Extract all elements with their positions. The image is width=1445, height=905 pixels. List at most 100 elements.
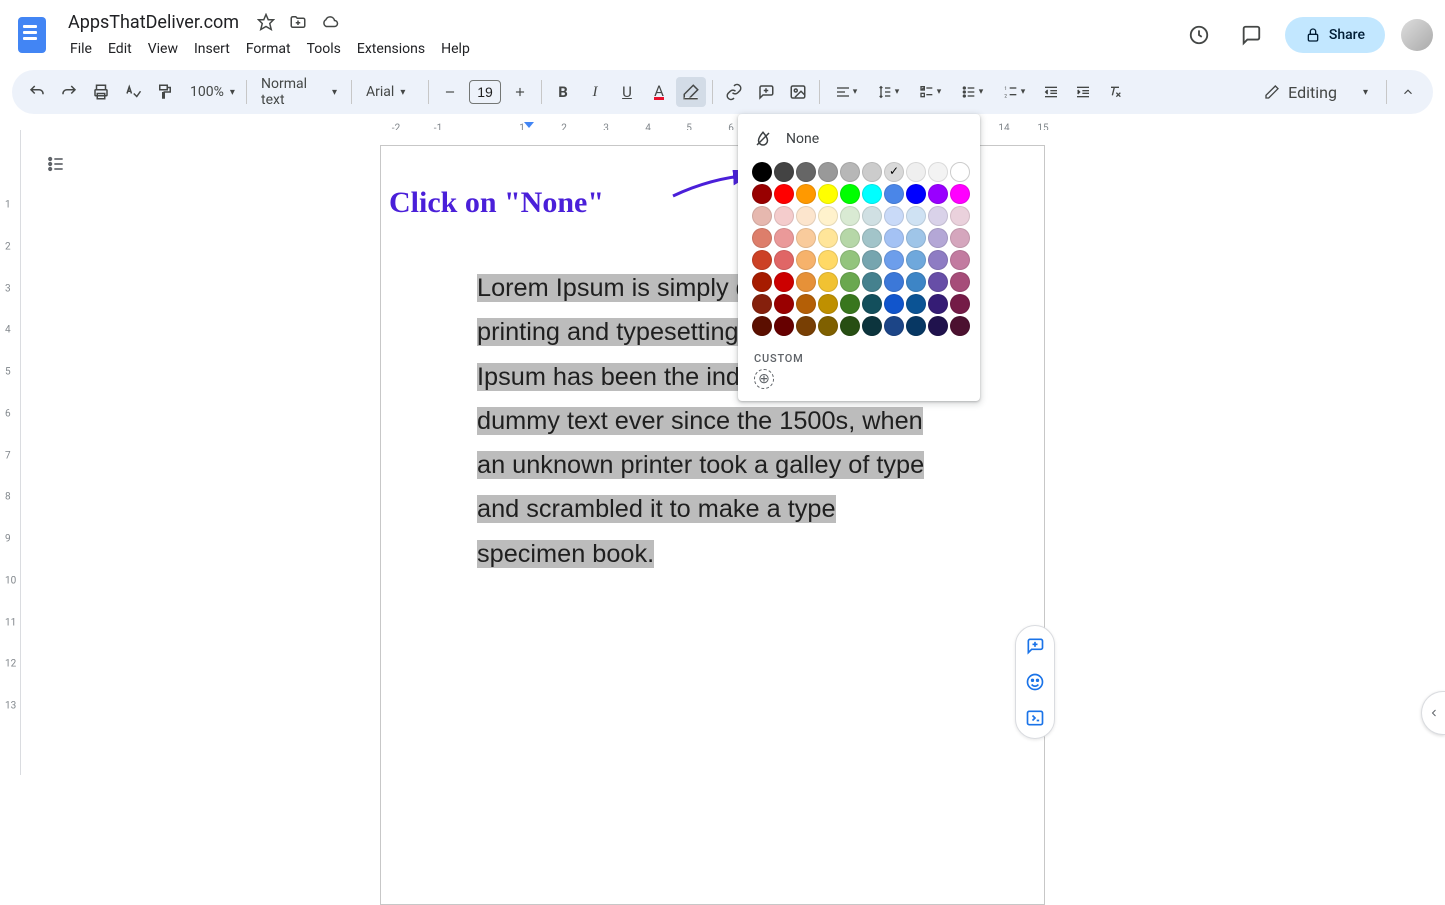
fontsize-input[interactable] <box>469 80 501 104</box>
color-swatch[interactable] <box>884 272 904 292</box>
color-swatch[interactable] <box>840 228 860 248</box>
color-swatch[interactable] <box>796 162 816 182</box>
decrease-fontsize-button[interactable] <box>435 77 465 107</box>
color-swatch[interactable] <box>906 228 926 248</box>
comments-icon[interactable] <box>1233 17 1269 53</box>
color-swatch[interactable] <box>906 206 926 226</box>
color-swatch[interactable] <box>752 250 772 270</box>
color-swatch[interactable] <box>818 228 838 248</box>
menu-file[interactable]: File <box>62 37 100 61</box>
color-swatch[interactable] <box>840 250 860 270</box>
decrease-indent-button[interactable] <box>1036 77 1066 107</box>
color-swatch[interactable] <box>862 250 882 270</box>
color-swatch[interactable] <box>774 272 794 292</box>
color-swatch[interactable] <box>774 294 794 314</box>
color-swatch[interactable] <box>928 294 948 314</box>
color-swatch[interactable] <box>884 228 904 248</box>
color-swatch[interactable] <box>818 250 838 270</box>
color-swatch[interactable] <box>950 228 970 248</box>
numbered-list-button[interactable]: 12▾ <box>994 77 1034 107</box>
color-swatch[interactable] <box>840 316 860 336</box>
bold-button[interactable]: B <box>548 77 578 107</box>
color-swatch[interactable] <box>950 316 970 336</box>
vertical-ruler[interactable]: 12345678910111213 <box>3 130 21 775</box>
color-swatch[interactable] <box>818 184 838 204</box>
color-swatch[interactable] <box>906 250 926 270</box>
color-swatch[interactable] <box>818 316 838 336</box>
color-swatch[interactable] <box>928 250 948 270</box>
color-swatch[interactable] <box>906 162 926 182</box>
sidepanel-toggle-button[interactable] <box>1421 691 1445 735</box>
color-swatch[interactable] <box>774 316 794 336</box>
spellcheck-button[interactable] <box>118 77 148 107</box>
color-swatch[interactable] <box>752 316 772 336</box>
zoom-select[interactable]: 100%▾ <box>182 80 240 104</box>
color-swatch[interactable] <box>862 228 882 248</box>
color-swatch[interactable] <box>884 206 904 226</box>
history-icon[interactable] <box>1181 17 1217 53</box>
menu-edit[interactable]: Edit <box>100 37 140 61</box>
redo-button[interactable] <box>54 77 84 107</box>
color-swatch[interactable] <box>752 206 772 226</box>
increase-fontsize-button[interactable] <box>505 77 535 107</box>
menu-tools[interactable]: Tools <box>299 37 349 61</box>
text-line[interactable]: Lorem Ipsum is simply d <box>477 274 750 302</box>
color-swatch[interactable] <box>840 184 860 204</box>
color-swatch[interactable] <box>884 162 904 182</box>
insert-image-button[interactable] <box>783 77 813 107</box>
text-line[interactable]: Ipsum has been the ind <box>477 363 740 391</box>
text-line[interactable]: printing and typesetting <box>477 318 739 346</box>
color-swatch[interactable] <box>950 250 970 270</box>
color-swatch[interactable] <box>752 162 772 182</box>
text-color-button[interactable]: A <box>644 77 674 107</box>
move-icon[interactable] <box>287 11 309 33</box>
add-custom-color-button[interactable]: ⊕ <box>754 369 774 389</box>
color-swatch[interactable] <box>818 272 838 292</box>
text-line[interactable]: an unknown printer took a galley of type <box>477 451 924 479</box>
clear-formatting-button[interactable] <box>1100 77 1130 107</box>
color-swatch[interactable] <box>774 206 794 226</box>
share-button[interactable]: Share <box>1285 17 1385 53</box>
color-swatch[interactable] <box>884 294 904 314</box>
color-swatch[interactable] <box>928 206 948 226</box>
color-swatch[interactable] <box>752 272 772 292</box>
line-spacing-button[interactable]: ▾ <box>868 77 908 107</box>
document-outline-button[interactable] <box>42 150 70 178</box>
text-line[interactable]: dummy text ever since the 1500s, when <box>477 407 923 435</box>
menu-help[interactable]: Help <box>433 37 478 61</box>
italic-button[interactable]: I <box>580 77 610 107</box>
color-swatch[interactable] <box>796 228 816 248</box>
color-swatch[interactable] <box>774 228 794 248</box>
checklist-button[interactable]: ▾ <box>910 77 950 107</box>
undo-button[interactable] <box>22 77 52 107</box>
color-swatch[interactable] <box>840 206 860 226</box>
color-swatch[interactable] <box>928 272 948 292</box>
avatar[interactable] <box>1401 19 1433 51</box>
menu-insert[interactable]: Insert <box>186 37 238 61</box>
menu-format[interactable]: Format <box>238 37 299 61</box>
paragraph-style-select[interactable]: Normal text▾ <box>253 72 345 112</box>
color-swatch[interactable] <box>840 272 860 292</box>
color-swatch[interactable] <box>752 294 772 314</box>
cloud-status-icon[interactable] <box>319 11 341 33</box>
suggest-edits-icon[interactable] <box>1021 704 1049 732</box>
increase-indent-button[interactable] <box>1068 77 1098 107</box>
color-swatch[interactable] <box>774 184 794 204</box>
underline-button[interactable]: U <box>612 77 642 107</box>
docs-logo[interactable] <box>12 15 52 55</box>
color-swatch[interactable] <box>950 162 970 182</box>
color-swatch[interactable] <box>950 184 970 204</box>
color-swatch[interactable] <box>906 316 926 336</box>
color-swatch[interactable] <box>752 228 772 248</box>
color-swatch[interactable] <box>884 184 904 204</box>
add-comment-icon[interactable] <box>1021 632 1049 660</box>
color-swatch[interactable] <box>840 162 860 182</box>
color-swatch[interactable] <box>818 206 838 226</box>
color-swatch[interactable] <box>928 228 948 248</box>
text-line[interactable]: and scrambled it to make a type <box>477 495 836 523</box>
color-swatch[interactable] <box>906 184 926 204</box>
star-icon[interactable] <box>255 11 277 33</box>
color-swatch[interactable] <box>774 250 794 270</box>
color-swatch[interactable] <box>950 294 970 314</box>
color-swatch[interactable] <box>796 184 816 204</box>
